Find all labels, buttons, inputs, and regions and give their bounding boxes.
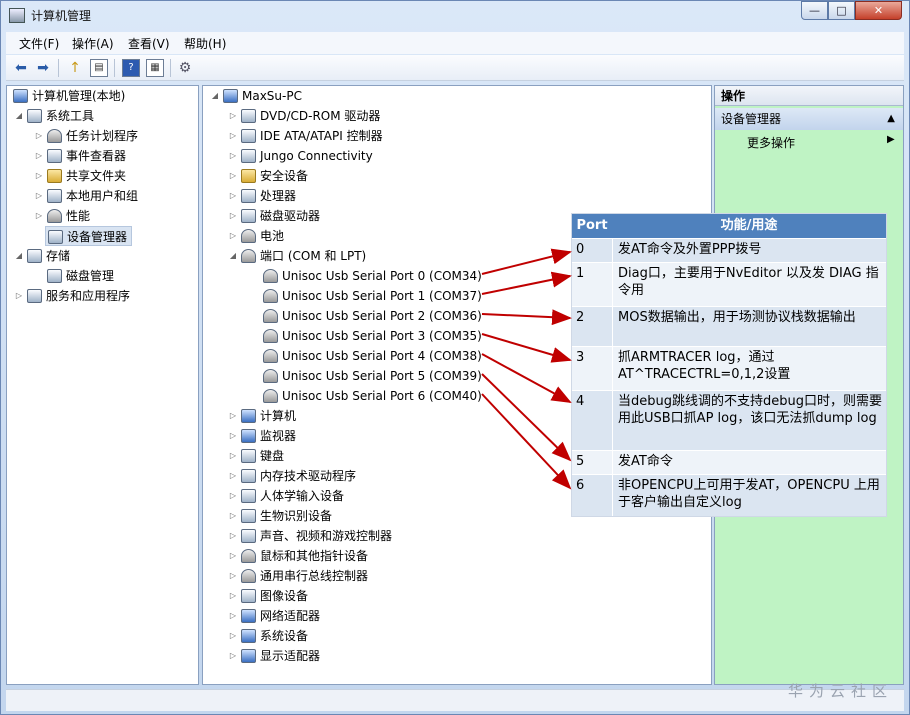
arrow-port-0	[481, 248, 572, 275]
arrow-port-2	[481, 309, 572, 326]
arrow-port-1	[481, 271, 572, 295]
annotation-arrows	[481, 248, 572, 490]
arrow-port-5	[481, 373, 572, 462]
arrow-port-3	[481, 333, 572, 363]
arrow-port-6	[481, 393, 572, 490]
watermark: 华为云社区	[788, 682, 894, 700]
arrow-port-4	[481, 353, 572, 403]
